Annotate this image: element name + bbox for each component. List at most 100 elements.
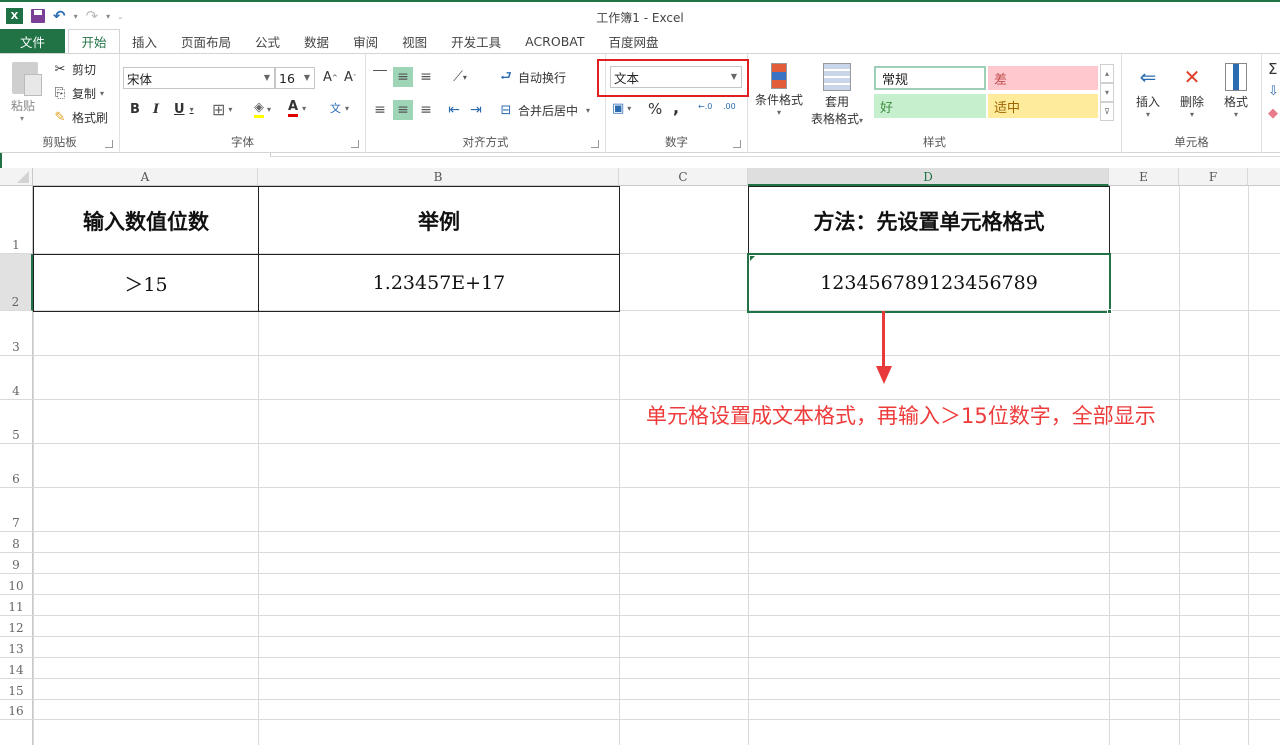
cell-a2[interactable]: ＞15 <box>33 254 259 312</box>
tab-formulas[interactable]: 公式 <box>243 29 292 53</box>
align-center-icon[interactable]: ≡ <box>393 100 413 120</box>
row-header-11[interactable]: 11 <box>0 595 33 616</box>
align-right-icon[interactable]: ≡ <box>416 100 436 120</box>
clipboard-launcher-icon[interactable] <box>105 140 113 148</box>
font-name-combo[interactable]: 宋体 ▼ <box>123 67 275 89</box>
grow-font-button[interactable]: A ^ <box>323 70 338 85</box>
increase-indent-icon[interactable]: ⇥ <box>466 100 486 120</box>
row-header-7[interactable]: 7 <box>0 488 33 532</box>
format-painter-button[interactable]: ✎ 格式刷 <box>52 109 108 126</box>
number-launcher-icon[interactable] <box>733 140 741 148</box>
column-header-g[interactable] <box>1248 168 1280 186</box>
row-header-8[interactable]: 8 <box>0 532 33 553</box>
align-bottom-icon[interactable]: ≡ <box>416 67 436 87</box>
merge-center-button[interactable]: ⊟ 合并后居中 ▾ <box>498 102 590 119</box>
cut-button[interactable]: ✂ 剪切 <box>52 61 96 78</box>
tab-acrobat[interactable]: ACROBAT <box>513 29 596 53</box>
column-header-d[interactable]: D <box>748 168 1109 186</box>
column-header-b[interactable]: B <box>258 168 619 186</box>
styles-more-icon[interactable]: ⊽ <box>1100 102 1114 121</box>
format-cells-button[interactable]: 格式 ▾ <box>1216 63 1256 119</box>
tab-data[interactable]: 数据 <box>292 29 341 53</box>
row-header-13[interactable]: 13 <box>0 637 33 658</box>
style-normal[interactable]: 常规 <box>874 66 986 90</box>
row-header-10[interactable]: 10 <box>0 574 33 595</box>
row-header-2[interactable]: 2 <box>0 254 33 311</box>
row-header-17[interactable] <box>0 720 33 745</box>
fill-button[interactable]: ⇩ <box>1268 84 1279 99</box>
decrease-indent-icon[interactable]: ⇤ <box>444 100 464 120</box>
cell-b1[interactable]: 举例 <box>258 186 620 255</box>
wrap-text-button[interactable]: ⮐ 自动换行 <box>498 69 566 86</box>
row-header-3[interactable]: 3 <box>0 311 33 356</box>
italic-button[interactable]: I <box>153 102 159 117</box>
underline-button[interactable]: U ▾ <box>174 102 194 117</box>
styles-scroll-down-icon[interactable]: ▾ <box>1100 83 1114 102</box>
accounting-format-button[interactable]: ▣ ▾ <box>612 101 631 116</box>
row-header-4[interactable]: 4 <box>0 356 33 400</box>
decrease-decimal-button[interactable]: .00 <box>723 102 736 111</box>
tab-home[interactable]: 开始 <box>68 29 120 53</box>
row-header-1[interactable]: 1 <box>0 186 33 254</box>
bold-button[interactable]: B <box>130 102 140 117</box>
font-color-button[interactable]: A ▾ <box>288 100 306 117</box>
comma-button[interactable]: , <box>673 98 679 117</box>
font-launcher-icon[interactable] <box>351 140 359 148</box>
font-size-combo[interactable]: 16 ▼ <box>275 67 315 89</box>
styles-scroll-up-icon[interactable]: ▴ <box>1100 64 1114 83</box>
style-neutral[interactable]: 适中 <box>988 94 1098 118</box>
align-middle-icon[interactable]: ≡ <box>393 67 413 87</box>
copy-dropdown-icon[interactable]: ▾ <box>100 89 104 98</box>
phonetic-button[interactable]: 文 ▾ <box>330 100 349 116</box>
row-header-15[interactable]: 15 <box>0 679 33 700</box>
tab-file[interactable]: 文件 <box>0 29 65 53</box>
paste-icon[interactable] <box>12 62 42 96</box>
borders-button[interactable]: ⊞ ▾ <box>212 100 232 119</box>
alignment-launcher-icon[interactable] <box>591 140 599 148</box>
row-header-12[interactable]: 12 <box>0 616 33 637</box>
tab-review[interactable]: 审阅 <box>341 29 390 53</box>
style-bad[interactable]: 差 <box>988 66 1098 90</box>
delete-cells-button[interactable]: ✕ 删除 ▾ <box>1172 63 1212 119</box>
shrink-font-button[interactable]: Aˇ <box>344 70 356 85</box>
cell-b2[interactable]: 1.23457E+17 <box>258 254 620 312</box>
copy-button[interactable]: ⎘ 复制 ▾ <box>52 85 104 102</box>
paste-button[interactable]: 粘贴 <box>11 97 35 114</box>
style-good[interactable]: 好 <box>874 94 986 118</box>
column-header-e[interactable]: E <box>1109 168 1179 186</box>
tab-page-layout[interactable]: 页面布局 <box>169 29 243 53</box>
chevron-down-icon[interactable]: ▾ <box>586 106 590 115</box>
alignment-group-label: 对齐方式 <box>462 135 509 149</box>
conditional-formatting-button[interactable]: 条件格式 ▾ <box>750 63 808 117</box>
row-header-9[interactable]: 9 <box>0 553 33 574</box>
row-header-5[interactable]: 5 <box>0 400 33 444</box>
column-header-a[interactable]: A <box>33 168 258 186</box>
tab-view[interactable]: 视图 <box>390 29 439 53</box>
align-left-icon[interactable]: ≡ <box>370 100 390 120</box>
tab-insert[interactable]: 插入 <box>120 29 169 53</box>
column-header-c[interactable]: C <box>619 168 748 186</box>
window-title: 工作簿1 - Excel <box>596 11 684 25</box>
orientation-icon[interactable]: ⟋ ▾ <box>446 67 474 87</box>
cell-a1[interactable]: 输入数值位数 <box>33 186 259 255</box>
tab-developer[interactable]: 开发工具 <box>439 29 513 53</box>
row-header-6[interactable]: 6 <box>0 444 33 488</box>
fill-handle[interactable] <box>1107 309 1112 314</box>
fill-color-button[interactable]: ◈ ▾ <box>254 100 271 118</box>
select-all-button[interactable] <box>0 168 33 186</box>
align-top-icon[interactable]: ⎺ <box>370 67 390 87</box>
clear-button[interactable]: ◆ <box>1268 106 1278 121</box>
row-header-14[interactable]: 14 <box>0 658 33 679</box>
row-header-16[interactable]: 16 <box>0 700 33 720</box>
insert-cells-button[interactable]: ⇐ 插入 ▾ <box>1128 63 1168 119</box>
tab-baidu-netdisk[interactable]: 百度网盘 <box>596 29 670 53</box>
styles-group-label: 样式 <box>923 135 946 149</box>
percent-button[interactable]: % <box>648 100 662 118</box>
autosum-button[interactable]: Σ <box>1268 60 1277 78</box>
format-painter-label: 格式刷 <box>72 111 109 125</box>
increase-decimal-button[interactable]: ←.0 <box>698 102 712 111</box>
column-header-f[interactable]: F <box>1179 168 1248 186</box>
cell-d1[interactable]: 方法：先设置单元格格式 <box>748 186 1110 255</box>
paste-dropdown-icon[interactable]: ▾ <box>20 114 24 123</box>
format-as-table-button[interactable]: 套用 表格格式▾ <box>806 63 868 127</box>
